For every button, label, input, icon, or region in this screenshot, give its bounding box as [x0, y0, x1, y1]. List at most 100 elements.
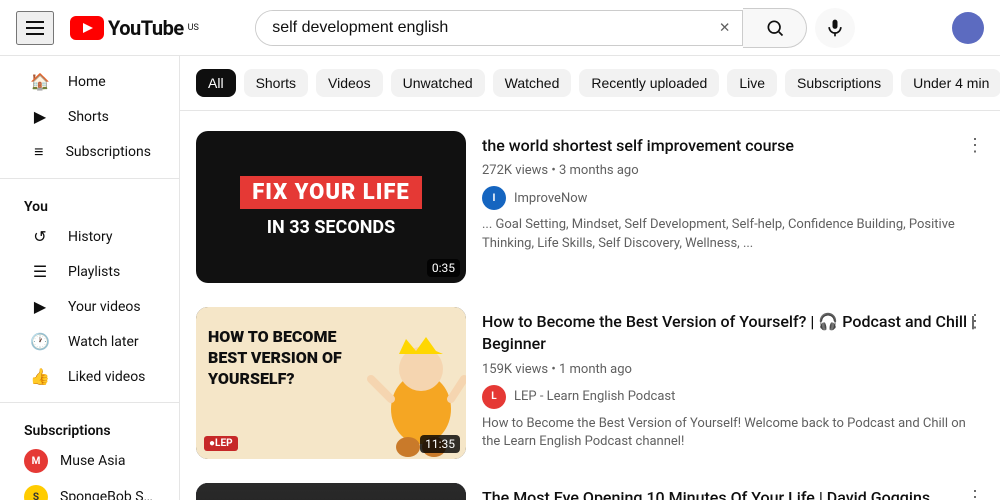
subscriptions-nav-icon: ≡ [28, 142, 50, 162]
youtube-logo[interactable]: YouTube US [70, 16, 199, 40]
video-info-1: the world shortest self improvement cour… [482, 131, 984, 283]
sub-avatar-spongebob: S [24, 485, 48, 500]
thumbnail-3: "TAKE THE TIMETO TRAIN" [196, 483, 466, 500]
video-item-2[interactable]: HOW TO BECOME BEST VERSION OF YOURSELF? [180, 295, 1000, 471]
sidebar-item-history[interactable]: ↺ History [4, 219, 175, 254]
video-views-2: 159K views [482, 362, 548, 377]
mic-icon [825, 18, 845, 38]
sub-name-muse-asia: Muse Asia [60, 453, 125, 469]
thumb3-gradient: "TAKE THE TIMETO TRAIN" [196, 483, 466, 500]
hamburger-menu[interactable] [16, 11, 54, 45]
video-list: FIX YOUR LIFE IN 33 SECONDS 0:35 the wor… [180, 111, 1000, 500]
filter-chip-unwatched[interactable]: Unwatched [391, 69, 485, 97]
sidebar-item-shorts[interactable]: ▶ Shorts [4, 99, 175, 134]
filter-chip-shorts[interactable]: Shorts [244, 69, 308, 97]
video-info-2: How to Become the Best Version of Yourse… [482, 307, 984, 459]
search-icon [765, 18, 785, 38]
search-submit-button[interactable] [743, 8, 807, 48]
channel-avatar-2: L [482, 385, 506, 409]
search-clear-button[interactable]: ✕ [707, 11, 742, 45]
sidebar-item-watch-later[interactable]: 🕐 Watch later [4, 324, 175, 359]
video-more-button-1[interactable]: ⋮ [958, 131, 992, 160]
sidebar-label-shorts: Shorts [68, 109, 109, 125]
shorts-icon: ▶ [28, 107, 52, 126]
sidebar-label-liked-videos: Liked videos [68, 369, 145, 385]
youtube-logo-icon [70, 16, 104, 40]
content-area: All Shorts Videos Unwatched Watched Rece… [180, 56, 1000, 500]
video-item-3[interactable]: "TAKE THE TIMETO TRAIN" The Most Eye Ope… [180, 471, 1000, 500]
header: YouTube US ✕ [0, 0, 1000, 56]
sub-avatar-muse-asia: M [24, 449, 48, 473]
search-input[interactable] [256, 11, 707, 45]
user-avatar[interactable] [952, 12, 984, 44]
video-info-3: The Most Eye Opening 10 Minutes Of Your … [482, 483, 984, 500]
liked-videos-icon: 👍 [28, 367, 52, 386]
sidebar-label-watch-later: Watch later [68, 334, 139, 350]
logo-text: YouTube [108, 16, 184, 40]
channel-name-2: LEP - Learn English Podcast [514, 389, 675, 404]
sidebar-item-subscriptions[interactable]: ≡ Subscriptions [4, 134, 175, 170]
you-section-title: You [0, 187, 179, 219]
filter-bar: All Shorts Videos Unwatched Watched Rece… [180, 56, 1000, 111]
video-desc-2: How to Become the Best Version of Yourse… [482, 415, 984, 451]
search-input-wrap: ✕ [255, 10, 743, 46]
header-right [952, 12, 984, 44]
your-videos-icon: ▶ [28, 297, 52, 316]
filter-chip-watched[interactable]: Watched [493, 69, 572, 97]
filter-chip-live[interactable]: Live [727, 69, 777, 97]
filter-chip-all[interactable]: All [196, 69, 236, 97]
video-meta-1: 272K views • 3 months ago [482, 163, 984, 178]
mic-button[interactable] [815, 8, 855, 48]
video-age-1: 3 months ago [559, 163, 639, 178]
thumb2-text: HOW TO BECOME BEST VERSION OF YOURSELF? [208, 327, 348, 389]
sidebar-label-history: History [68, 229, 113, 245]
thumbnail-2: HOW TO BECOME BEST VERSION OF YOURSELF? [196, 307, 466, 459]
video-age-2: 1 month ago [559, 362, 632, 377]
main-layout: 🏠 Home ▶ Shorts ≡ Subscriptions You ↺ Hi… [0, 56, 1000, 500]
channel-row-1: I ImproveNow [482, 186, 984, 210]
video-views-1: 272K views [482, 163, 548, 178]
channel-row-2: L LEP - Learn English Podcast [482, 385, 984, 409]
video-duration-2: 11:35 [420, 435, 460, 453]
filter-chip-recently-uploaded[interactable]: Recently uploaded [579, 69, 719, 97]
sidebar-label-home: Home [68, 74, 106, 90]
watch-later-icon: 🕐 [28, 332, 52, 351]
channel-name-1: ImproveNow [514, 191, 587, 206]
sidebar-sub-spongebob[interactable]: S SpongeBob Sq... [0, 479, 179, 500]
channel-avatar-1: I [482, 186, 506, 210]
video-more-button-2[interactable]: ⋮ [958, 307, 992, 336]
video-item-1[interactable]: FIX YOUR LIFE IN 33 SECONDS 0:35 the wor… [180, 119, 1000, 295]
sidebar-item-playlists[interactable]: ☰ Playlists [4, 254, 175, 289]
sidebar: 🏠 Home ▶ Shorts ≡ Subscriptions You ↺ Hi… [0, 56, 180, 500]
sidebar-item-home[interactable]: 🏠 Home [4, 64, 175, 99]
video-meta-2: 159K views • 1 month ago [482, 362, 984, 377]
sidebar-label-subscriptions: Subscriptions [66, 144, 151, 160]
video-title-3: The Most Eye Opening 10 Minutes Of Your … [482, 487, 984, 500]
video-more-button-3[interactable]: ⋮ [958, 483, 992, 500]
sidebar-label-playlists: Playlists [68, 264, 120, 280]
thumb1-fix-text: FIX YOUR LIFE [240, 176, 421, 209]
video-title-2: How to Become the Best Version of Yourse… [482, 311, 984, 356]
subscriptions-section-title: Subscriptions [0, 411, 179, 443]
video-title-1: the world shortest self improvement cour… [482, 135, 984, 157]
search-bar: ✕ [255, 8, 855, 48]
sidebar-label-your-videos: Your videos [68, 299, 141, 315]
sidebar-item-your-videos[interactable]: ▶ Your videos [4, 289, 175, 324]
sidebar-divider-2 [0, 402, 179, 403]
filter-chip-subscriptions[interactable]: Subscriptions [785, 69, 893, 97]
video-duration-1: 0:35 [427, 259, 460, 277]
home-icon: 🏠 [28, 72, 52, 91]
sidebar-sub-muse-asia[interactable]: M Muse Asia [0, 443, 179, 479]
thumb1-sub-text: IN 33 SECONDS [267, 217, 395, 238]
playlists-icon: ☰ [28, 262, 52, 281]
sidebar-divider-1 [0, 178, 179, 179]
logo-sup: US [188, 23, 199, 33]
thumbnail-1: FIX YOUR LIFE IN 33 SECONDS 0:35 [196, 131, 466, 283]
video-desc-1: ... Goal Setting, Mindset, Self Developm… [482, 216, 984, 252]
header-left: YouTube US [16, 11, 199, 45]
history-icon: ↺ [28, 227, 52, 246]
filter-chip-videos[interactable]: Videos [316, 69, 383, 97]
filter-chip-under4[interactable]: Under 4 min [901, 69, 1000, 97]
sidebar-item-liked-videos[interactable]: 👍 Liked videos [4, 359, 175, 394]
thumb2-lep-badge: ●LEP [204, 436, 238, 451]
